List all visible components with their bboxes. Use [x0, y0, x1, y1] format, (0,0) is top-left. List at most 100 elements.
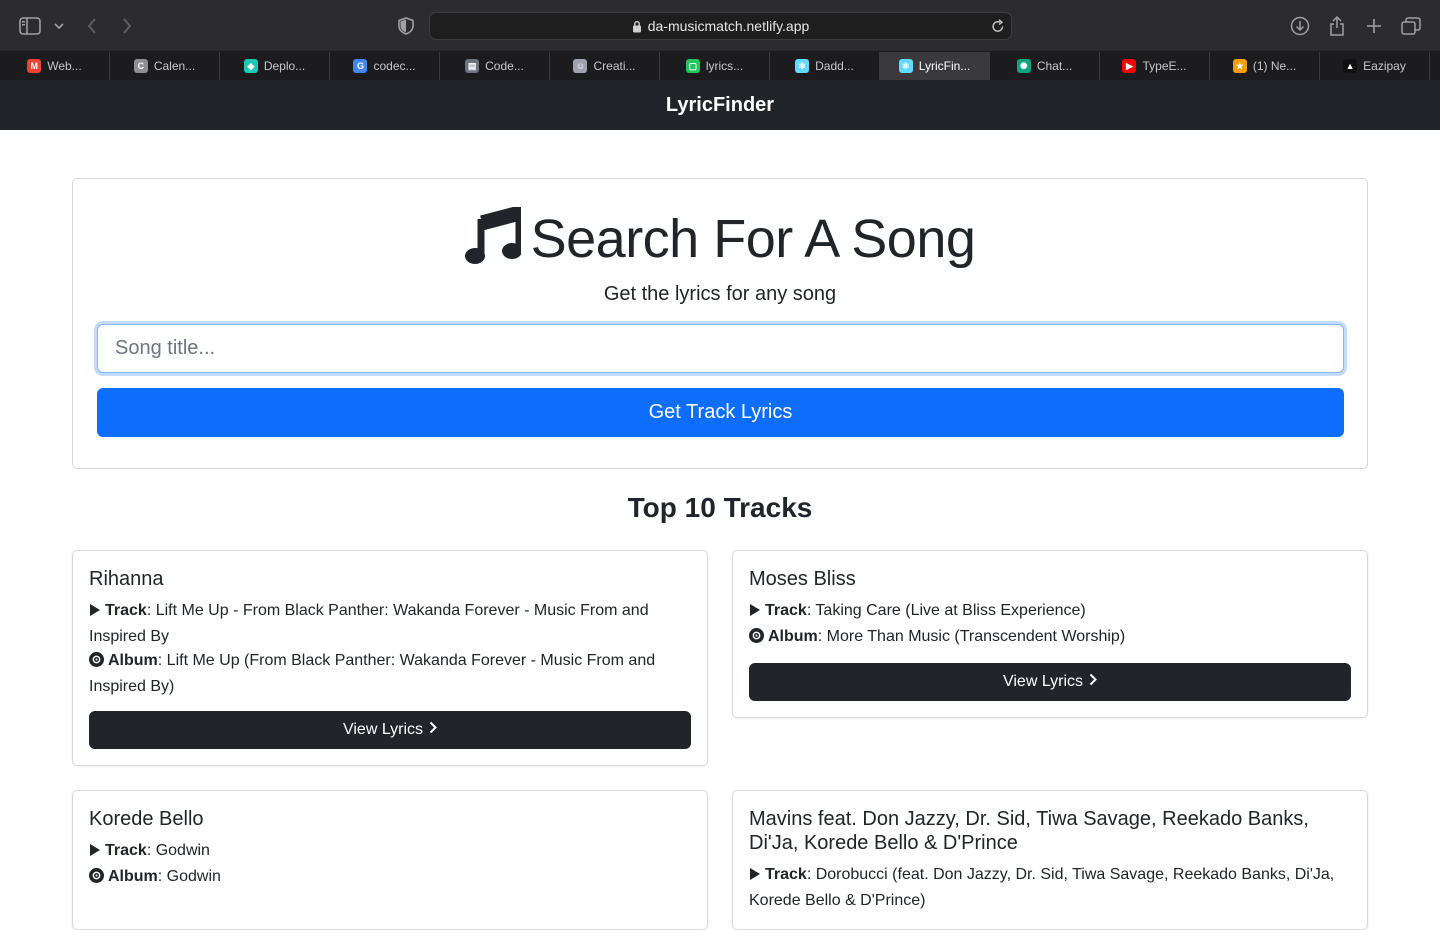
album-label: Album	[768, 628, 818, 645]
track-row: Track: Taking Care (Live at Bliss Experi…	[749, 599, 1351, 625]
browser-tab[interactable]: ▤ Code...	[440, 52, 550, 80]
view-lyrics-button[interactable]: View Lyrics	[749, 663, 1351, 701]
new-tab-icon[interactable]	[1361, 13, 1387, 39]
album-label: Album	[108, 652, 158, 669]
search-heading: Search For A Song	[73, 205, 1367, 270]
album-name: Godwin	[166, 868, 221, 885]
eazipay-icon: ▲	[1343, 59, 1358, 73]
gmail-icon: M	[27, 59, 42, 73]
browser-tab[interactable]: ▲ Eazipay	[1320, 52, 1430, 80]
sidebar-toggle-icon[interactable]	[17, 13, 43, 39]
track-name: Godwin	[155, 842, 210, 859]
view-lyrics-label: View Lyrics	[1002, 673, 1084, 690]
browser-tab-label: Web...	[47, 59, 82, 73]
browser-tab[interactable]: ⚛ Dadd...	[770, 52, 880, 80]
play-icon	[749, 865, 761, 889]
back-icon[interactable]	[79, 13, 105, 39]
track-card: Rihanna Track: Lift Me Up - From Black P…	[72, 550, 708, 766]
search-card: Search For A Song Get the lyrics for any…	[72, 178, 1368, 469]
play-icon	[89, 601, 101, 625]
chevron-down-icon[interactable]	[46, 13, 72, 39]
track-row: Track: Godwin	[89, 839, 691, 865]
play-icon	[89, 841, 101, 865]
browser-tab[interactable]: C Calen...	[110, 52, 220, 80]
calendar-icon: C	[133, 59, 148, 73]
album-name: More Than Music (Transcendent Worship)	[826, 628, 1126, 645]
track-card: Moses Bliss Track: Taking Care (Live at …	[732, 550, 1368, 718]
track-card: Korede Bello Track: Godwin Album: Godwin	[72, 790, 708, 930]
browser-tab[interactable]: Gcodec...	[330, 52, 440, 80]
album-label: Album	[108, 868, 158, 885]
browser-tab-label: lyrics...	[705, 59, 744, 73]
browser-tab-label: Creati...	[593, 59, 636, 73]
song-title-input[interactable]	[97, 324, 1344, 373]
track-name: Taking Care (Live at Bliss Experience)	[815, 602, 1086, 619]
page-title: Search For A Song	[530, 208, 976, 269]
netlify-icon: ◆	[243, 59, 258, 73]
reload-icon[interactable]	[991, 18, 1005, 37]
play-icon	[749, 601, 761, 625]
artist-name: Rihanna	[89, 568, 164, 590]
track-row: Track: Dorobucci (feat. Don Jazzy, Dr. S…	[749, 865, 1335, 909]
chevron-right-icon	[429, 721, 437, 739]
share-icon[interactable]	[1324, 13, 1350, 39]
track-name: Lift Me Up - From Black Panther: Wakanda…	[89, 602, 649, 645]
browser-tab[interactable]: ✺ Chat...	[990, 52, 1100, 80]
browser-tab[interactable]: ☺ Creati...	[550, 52, 660, 80]
shield-icon[interactable]	[393, 13, 419, 39]
browser-tab[interactable]: ★ (1) Ne...	[1210, 52, 1320, 80]
cat-icon: ★	[1232, 59, 1247, 73]
codesandbox-icon: ▢	[685, 59, 700, 73]
browser-tab[interactable]: ▶ TypeE...	[1100, 52, 1210, 80]
browser-tab-label: TypeE...	[1142, 59, 1187, 73]
browser-tab-label: Deplo...	[263, 59, 306, 73]
top-tracks-heading: Top 10 Tracks	[627, 492, 813, 523]
disc-icon	[89, 651, 104, 675]
get-track-lyrics-button[interactable]: Get Track Lyrics	[97, 388, 1344, 437]
address-bar[interactable]: da-musicmatch.netlify.app	[429, 12, 1012, 40]
artist-name: Moses Bliss	[749, 568, 856, 590]
tab-overview-icon[interactable]	[1398, 13, 1424, 39]
download-icon[interactable]	[1287, 13, 1313, 39]
tab-bar: M Web... C Calen... ◆ Deplo... Gcodec... ▤ Code.…	[0, 52, 1440, 80]
album-row: Album: Lift Me Up (From Black Panther: W…	[89, 651, 656, 695]
disc-icon	[749, 627, 764, 651]
browser-tab-label: Eazipay	[1363, 59, 1406, 73]
chevron-right-icon	[1089, 673, 1097, 691]
browser-tab[interactable]: ⚛ LyricFin...	[880, 52, 990, 80]
album-row: Album: More Than Music (Transcendent Wor…	[749, 625, 1351, 651]
forward-icon[interactable]	[114, 13, 140, 39]
youtube-icon: ▶	[1122, 59, 1137, 73]
browser-tab-label: Dadd...	[815, 59, 854, 73]
track-label: Track	[765, 602, 807, 619]
album-name: Lift Me Up (From Black Panther: Wakanda …	[89, 652, 656, 695]
music-note-icon	[464, 205, 523, 270]
document-icon: ▤	[465, 59, 480, 73]
lock-icon	[632, 20, 642, 33]
page-subtitle: Get the lyrics for any song	[603, 283, 837, 305]
view-lyrics-button[interactable]: View Lyrics	[89, 711, 691, 749]
browser-tab-label: (1) Ne...	[1252, 59, 1297, 73]
robot-icon: ☺	[573, 59, 588, 73]
track-row: Track: Lift Me Up - From Black Panther: …	[89, 601, 649, 645]
react-icon: ⚛	[795, 59, 810, 73]
chatgpt-icon: ✺	[1016, 59, 1031, 73]
browser-toolbar: da-musicmatch.netlify.app	[0, 0, 1440, 52]
google-icon: G	[353, 59, 368, 73]
browser-tab[interactable]: M Web...	[0, 52, 110, 80]
browser-tab[interactable]: ◆ Deplo...	[220, 52, 330, 80]
track-label: Track	[105, 842, 147, 859]
browser-tab-label: Chat...	[1036, 59, 1073, 73]
artist-name: Mavins feat. Don Jazzy, Dr. Sid, Tiwa Sa…	[749, 808, 1309, 854]
artist-name: Korede Bello	[89, 808, 204, 830]
browser-tab-label: Calen...	[153, 59, 196, 73]
track-label: Track	[105, 602, 147, 619]
browser-tab-label: Code...	[485, 59, 524, 73]
brand-logo[interactable]: LyricFinder	[666, 94, 774, 117]
track-card: Mavins feat. Don Jazzy, Dr. Sid, Tiwa Sa…	[732, 790, 1368, 930]
browser-tab[interactable]: ▢ lyrics...	[660, 52, 770, 80]
view-lyrics-label: View Lyrics	[342, 721, 424, 738]
app-navbar: LyricFinder	[0, 80, 1440, 130]
disc-icon	[89, 867, 104, 891]
browser-tab-label: LyricFin...	[918, 59, 971, 73]
